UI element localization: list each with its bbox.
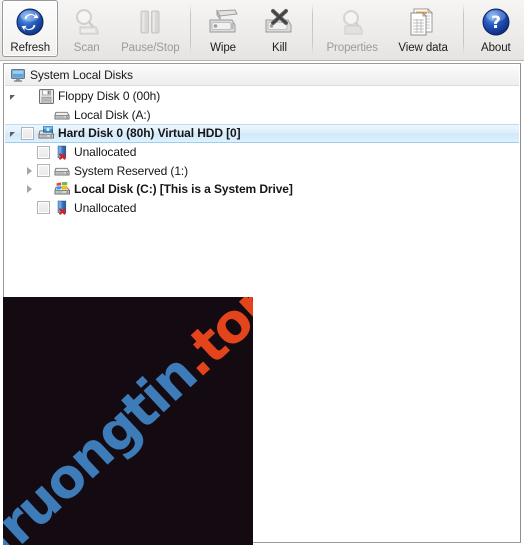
toolbar-separator xyxy=(462,4,464,54)
pause-stop-label: Pause/Stop xyxy=(121,42,180,54)
tree-row[interactable]: System Reserved (1:) xyxy=(5,161,519,180)
tree-twisty-empty xyxy=(21,200,37,216)
wipe-button[interactable]: Wipe xyxy=(195,0,251,57)
toolbar-separator xyxy=(189,4,191,54)
about-icon: ? xyxy=(479,5,513,39)
column-header[interactable]: System Local Disks xyxy=(5,65,519,86)
tree-row[interactable]: Unallocated xyxy=(5,143,519,162)
expand-triangle-down-icon[interactable] xyxy=(5,125,21,141)
tree-twisty-empty xyxy=(21,144,37,160)
drive-icon xyxy=(53,107,71,123)
refresh-icon xyxy=(13,5,47,39)
tree-row[interactable]: Local Disk (A:) xyxy=(5,106,519,125)
tree-row[interactable]: Floppy Disk 0 (00h) xyxy=(5,87,519,106)
about-button[interactable]: ? About xyxy=(468,0,524,57)
view-data-icon xyxy=(406,5,440,39)
scan-button[interactable]: Scan xyxy=(58,0,114,57)
tree-row[interactable]: Hard Disk 0 (80h) Virtual HDD [0] xyxy=(5,124,519,143)
tree-row-label: Local Disk (C:) [This is a System Drive] xyxy=(74,182,293,197)
refresh-button[interactable]: Refresh xyxy=(2,0,59,57)
toolbar-separator xyxy=(311,4,313,54)
tree-row-label: Unallocated xyxy=(74,145,137,160)
svg-text:?: ? xyxy=(491,13,501,33)
system-drive-icon xyxy=(53,181,71,197)
expand-triangle-down-icon[interactable] xyxy=(5,88,21,104)
application-window: Refresh Scan Pause/Stop Wipe Kill Proper… xyxy=(0,0,524,549)
wipe-label: Wipe xyxy=(210,42,236,54)
tree-row-label: Hard Disk 0 (80h) Virtual HDD [0] xyxy=(58,126,241,141)
watermark-primary: Truongtin xyxy=(3,342,208,545)
row-checkbox[interactable] xyxy=(37,201,50,215)
main-toolbar: Refresh Scan Pause/Stop Wipe Kill Proper… xyxy=(0,0,524,61)
scan-label: Scan xyxy=(73,42,100,54)
tree-row-label: Floppy Disk 0 (00h) xyxy=(58,89,161,104)
properties-button[interactable]: Properties xyxy=(317,0,388,57)
expand-triangle-right-icon[interactable] xyxy=(21,181,37,197)
unallocated-icon xyxy=(53,144,71,160)
view-data-button[interactable]: View data xyxy=(388,0,459,57)
kill-button[interactable]: Kill xyxy=(251,0,307,57)
row-checkbox[interactable] xyxy=(37,164,50,178)
tree-row[interactable]: Local Disk (C:) [This is a System Drive] xyxy=(5,180,519,199)
tree-row-label: System Reserved (1:) xyxy=(74,163,189,178)
scan-disk-icon xyxy=(70,5,104,39)
tree-twisty-empty xyxy=(21,107,37,123)
watermark-text: Truongtin.top xyxy=(3,297,253,545)
pause-icon xyxy=(133,5,167,39)
view-data-label: View data xyxy=(398,42,448,54)
wipe-disk-icon xyxy=(206,5,240,39)
disk-tree: Floppy Disk 0 (00h) Local Disk (A:) Hard… xyxy=(5,86,519,217)
hard-disk-icon xyxy=(37,125,55,141)
refresh-label: Refresh xyxy=(10,42,50,54)
floppy-disk-icon xyxy=(37,88,55,104)
row-checkbox[interactable] xyxy=(37,145,50,159)
kill-disk-icon xyxy=(262,5,296,39)
properties-label: Properties xyxy=(326,42,378,54)
monitor-icon xyxy=(11,68,25,82)
column-header-label: System Local Disks xyxy=(30,68,133,82)
tree-row[interactable]: Unallocated xyxy=(5,199,519,218)
pause-stop-button[interactable]: Pause/Stop xyxy=(115,0,186,57)
about-label: About xyxy=(481,42,511,54)
kill-label: Kill xyxy=(272,42,287,54)
tree-row-label: Local Disk (A:) xyxy=(74,107,151,122)
expand-triangle-right-icon[interactable] xyxy=(21,163,37,179)
watermark-overlay: Truongtin.top xyxy=(3,297,253,545)
row-checkbox[interactable] xyxy=(21,126,34,140)
unallocated-icon xyxy=(53,200,71,216)
drive-icon xyxy=(53,163,71,179)
tree-row-label: Unallocated xyxy=(74,200,137,215)
properties-icon xyxy=(335,5,369,39)
